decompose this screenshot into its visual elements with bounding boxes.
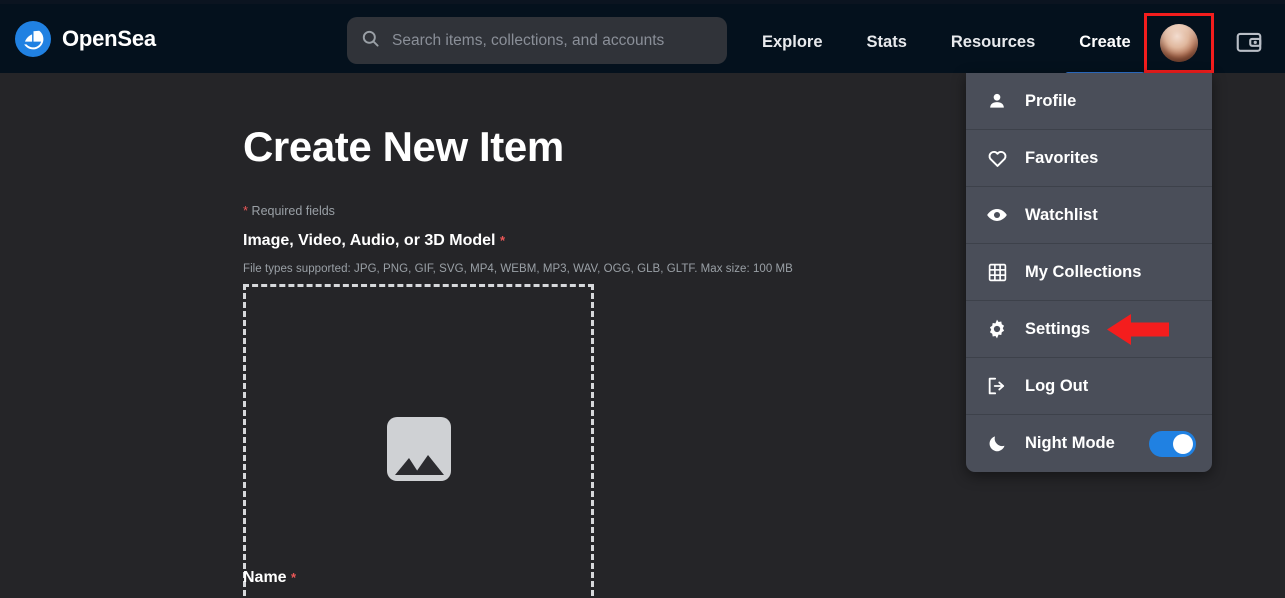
main-nav: Explore Stats Resources Create <box>740 8 1153 77</box>
search-bar[interactable] <box>347 17 727 64</box>
grid-icon <box>986 261 1008 283</box>
wallet-icon[interactable] <box>1234 27 1264 57</box>
menu-label-watchlist: Watchlist <box>1025 205 1098 224</box>
nav-item-stats[interactable]: Stats <box>845 8 929 77</box>
image-placeholder-icon <box>386 417 451 481</box>
name-field-label: Name * <box>243 569 296 587</box>
required-fields-note: * Required fields <box>243 203 335 218</box>
name-field-label-text: Name <box>243 569 287 586</box>
opensea-ship-logo-icon <box>15 20 51 57</box>
media-field-label-text: Image, Video, Audio, or 3D Model <box>243 232 496 249</box>
nav-item-create[interactable]: Create <box>1057 8 1152 77</box>
account-avatar-button[interactable] <box>1144 13 1214 73</box>
menu-item-night-mode[interactable]: Night Mode <box>966 415 1212 472</box>
menu-label-night-mode: Night Mode <box>1025 434 1115 452</box>
menu-label-favorites: Favorites <box>1025 148 1099 167</box>
gear-icon <box>986 318 1008 340</box>
required-asterisk: * <box>243 203 249 218</box>
media-field-label: Image, Video, Audio, or 3D Model * <box>243 232 505 250</box>
media-field-help: File types supported: JPG, PNG, GIF, SVG… <box>243 263 793 275</box>
search-input[interactable] <box>392 31 712 50</box>
menu-item-profile[interactable]: Profile <box>966 73 1212 130</box>
avatar <box>1160 24 1198 62</box>
site-header: OpenSea Explore Stats Resources Create <box>0 4 1285 77</box>
moon-icon <box>986 433 1008 455</box>
nav-item-resources[interactable]: Resources <box>929 8 1057 77</box>
logout-icon <box>986 375 1008 397</box>
account-dropdown-menu: Profile Favorites Watchlist My Collectio… <box>966 73 1212 472</box>
menu-item-favorites[interactable]: Favorites <box>966 130 1212 187</box>
nav-label-stats: Stats <box>866 33 907 51</box>
menu-label-profile: Profile <box>1025 91 1077 110</box>
menu-label-my-collections: My Collections <box>1025 262 1142 281</box>
brand-name: OpenSea <box>62 25 156 51</box>
menu-item-settings[interactable]: Settings <box>966 301 1212 358</box>
search-icon <box>361 29 380 53</box>
name-required-asterisk: * <box>291 570 297 585</box>
nav-label-create: Create <box>1079 33 1131 51</box>
heart-icon <box>986 147 1008 169</box>
menu-item-log-out[interactable]: Log Out <box>966 358 1212 415</box>
eye-icon <box>986 204 1008 226</box>
media-required-asterisk: * <box>499 233 505 248</box>
nav-label-resources: Resources <box>950 33 1036 51</box>
night-mode-toggle[interactable] <box>1149 430 1196 457</box>
menu-label-settings: Settings <box>1025 319 1091 338</box>
page-title: Create New Item <box>243 123 564 170</box>
brand-logo-link[interactable]: OpenSea <box>15 20 156 57</box>
person-icon <box>986 90 1008 112</box>
menu-item-my-collections[interactable]: My Collections <box>966 244 1212 301</box>
menu-label-log-out: Log Out <box>1025 376 1089 395</box>
media-dropzone[interactable] <box>243 284 594 598</box>
required-fields-label: Required fields <box>251 204 335 218</box>
nav-item-explore[interactable]: Explore <box>740 8 845 77</box>
nav-label-explore: Explore <box>762 33 823 51</box>
menu-item-watchlist[interactable]: Watchlist <box>966 187 1212 244</box>
